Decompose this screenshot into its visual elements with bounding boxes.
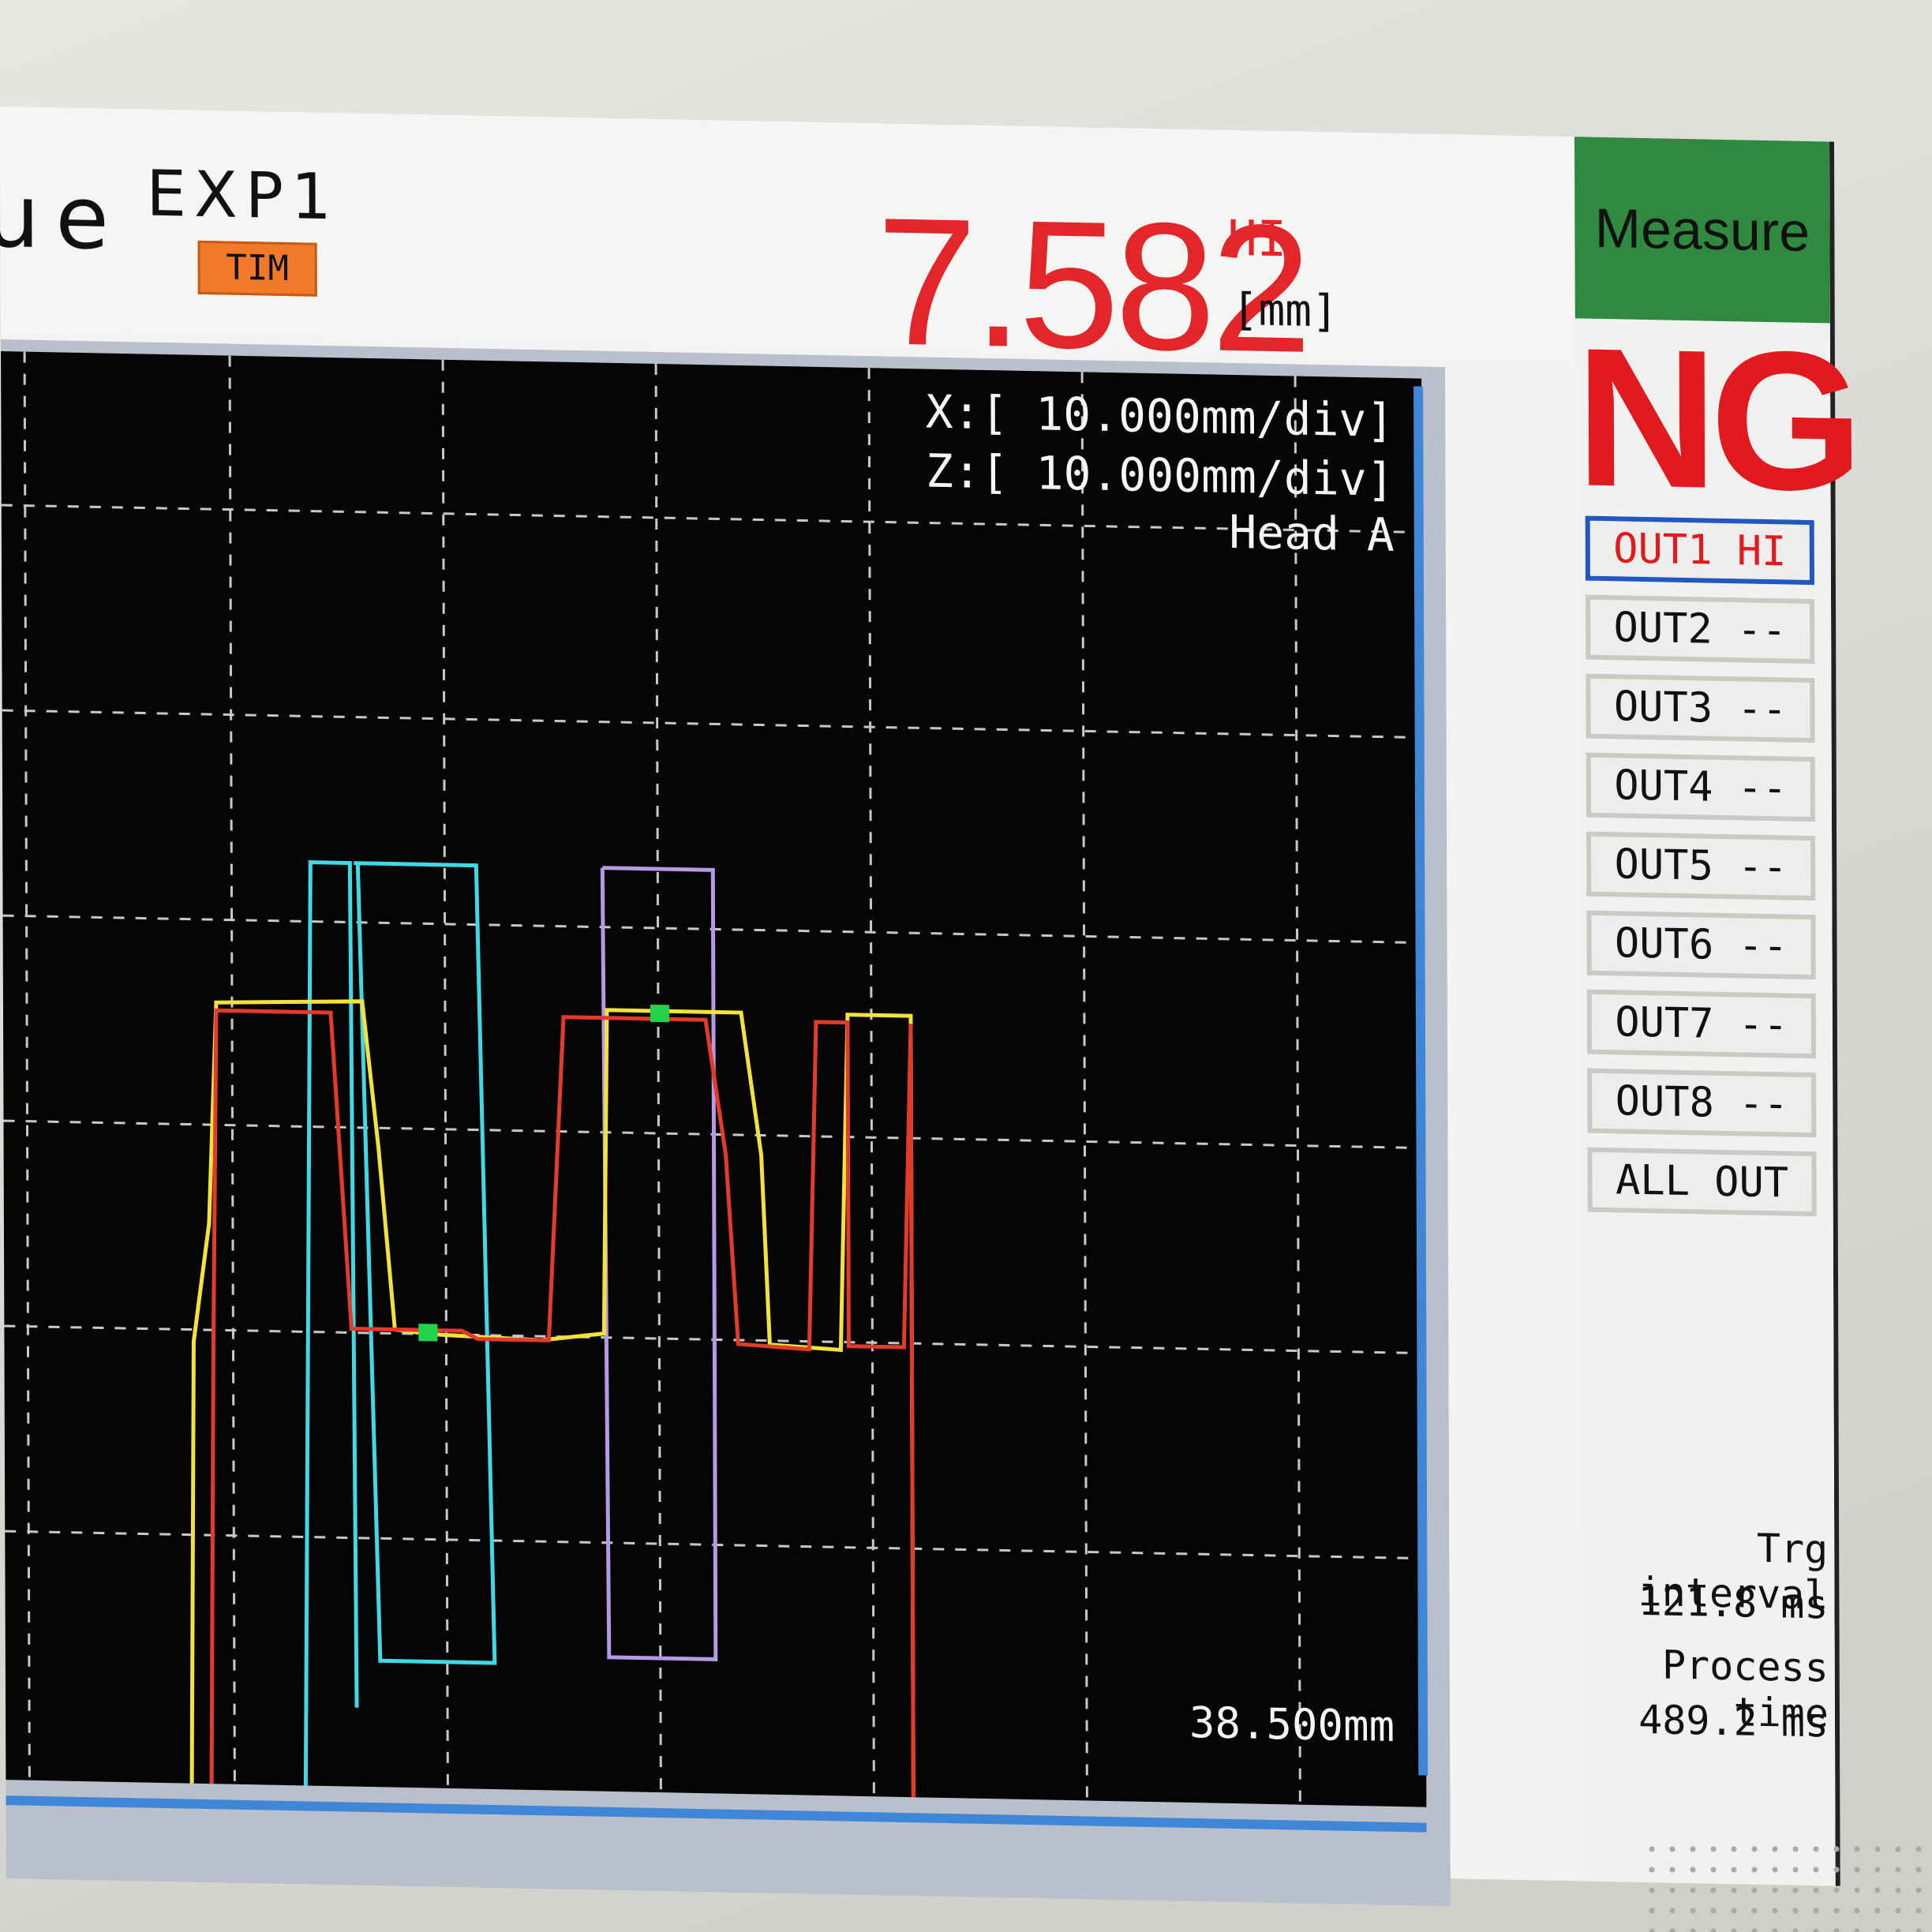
trace-cyan-box bbox=[354, 861, 497, 1665]
mode-text: ue bbox=[0, 165, 125, 270]
marker-1 bbox=[418, 1324, 438, 1342]
trace-yellow bbox=[6, 999, 1032, 1807]
position-readout: 38.500mm bbox=[1189, 1697, 1395, 1751]
measure-tab[interactable]: Measure bbox=[1574, 137, 1830, 324]
trg-interval-value: 121.8 ms bbox=[1638, 1578, 1829, 1628]
process-time-value: 489.2 ms bbox=[1638, 1696, 1829, 1747]
grid-line bbox=[441, 359, 449, 1788]
marker-2 bbox=[650, 1004, 669, 1023]
grid-line bbox=[23, 351, 31, 1780]
program-label: EXP1 bbox=[146, 156, 340, 234]
ng-result: NG bbox=[1574, 306, 1856, 533]
right-panel: Measure NG OUT1 HI OUT2 -- OUT3 -- OUT4 … bbox=[1574, 137, 1856, 1886]
grid-line bbox=[654, 363, 662, 1793]
out7-button[interactable]: OUT7 -- bbox=[1586, 989, 1817, 1059]
profile-graph-svg bbox=[1, 351, 1426, 1807]
grid-line bbox=[228, 355, 236, 1784]
out2-button[interactable]: OUT2 -- bbox=[1586, 594, 1815, 665]
out8-button[interactable]: OUT8 -- bbox=[1587, 1068, 1817, 1138]
all-out-button[interactable]: ALL OUT bbox=[1587, 1147, 1817, 1217]
tim-badge: TIM bbox=[197, 240, 317, 297]
trace-red bbox=[209, 1008, 916, 1807]
out3-button[interactable]: OUT3 -- bbox=[1586, 673, 1815, 743]
z-scale-label: Z:[ 10.000mm/div] bbox=[925, 444, 1395, 507]
measurement-judgement: HI bbox=[1227, 208, 1287, 268]
grid-line bbox=[1294, 376, 1301, 1805]
screen: ue EXP1 TIM 7.582 HI [mm] X:[10.000mm/d… bbox=[0, 107, 1856, 1907]
out1-button[interactable]: OUT1 HI bbox=[1585, 515, 1814, 586]
x-scale-label: X:[ 10.000mm/div] bbox=[925, 384, 1395, 447]
out4-button[interactable]: OUT4 -- bbox=[1586, 752, 1815, 822]
out5-button[interactable]: OUT5 -- bbox=[1586, 831, 1816, 901]
grid-line bbox=[867, 368, 875, 1797]
out6-button[interactable]: OUT6 -- bbox=[1586, 910, 1816, 980]
grid-line bbox=[1080, 372, 1088, 1801]
trace-cyan bbox=[303, 860, 359, 1807]
head-label: Head A bbox=[1229, 504, 1395, 562]
profile-graph[interactable]: X:[ 10.000mm/div] Z:[ 10.000mm/div] Head… bbox=[1, 351, 1427, 1807]
measurement-unit: [mm] bbox=[1231, 283, 1339, 338]
speaker-grille bbox=[1642, 1839, 1932, 1932]
grid-line bbox=[1, 504, 1422, 534]
header-bar: ue EXP1 TIM 7.582 HI [mm] bbox=[0, 107, 1575, 391]
grid-line bbox=[2, 709, 1423, 739]
